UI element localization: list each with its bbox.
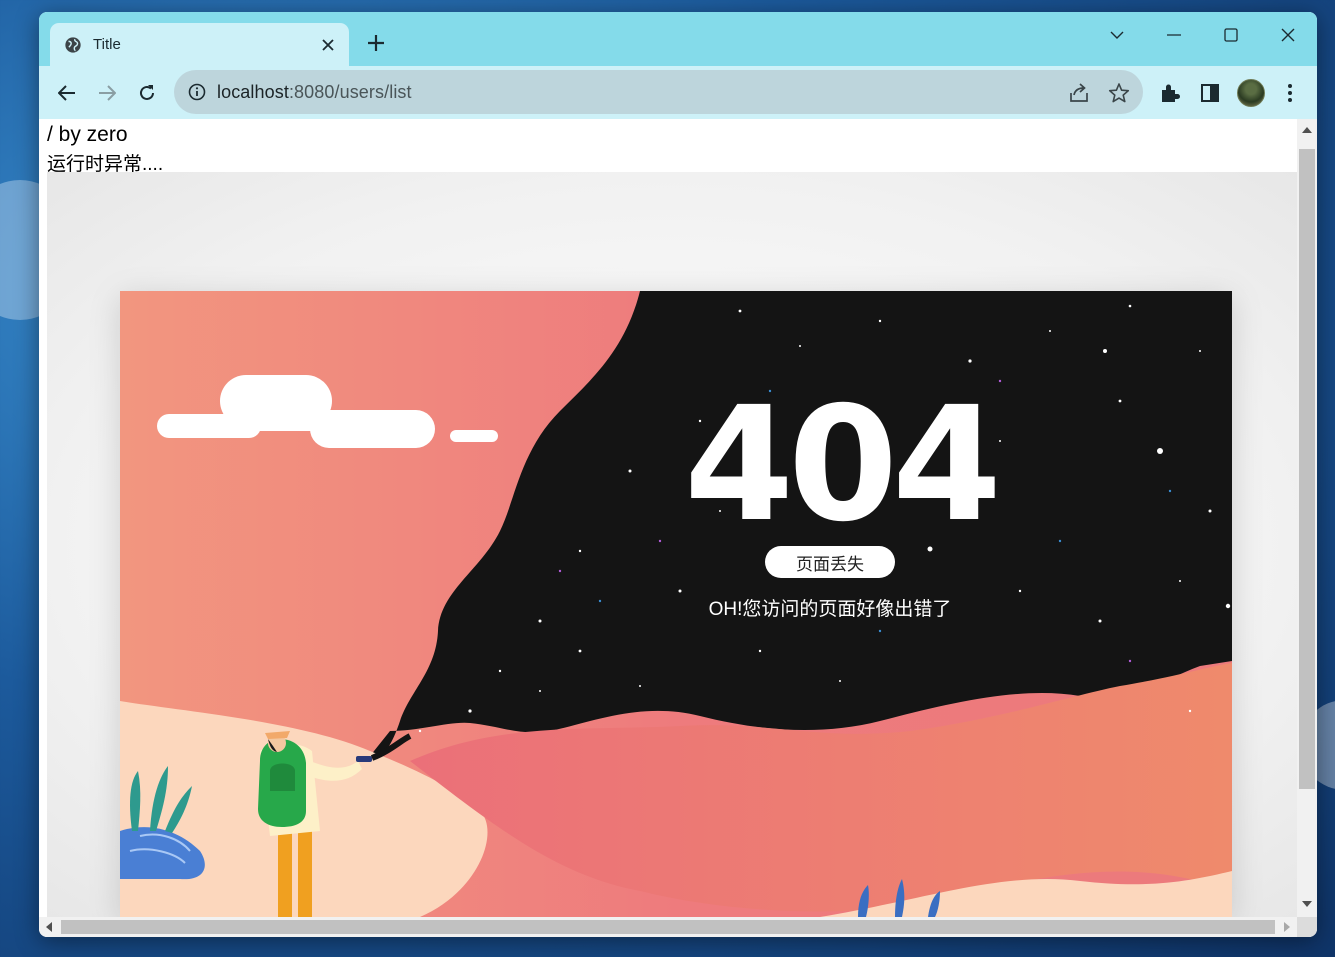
scroll-up-icon[interactable] bbox=[1302, 127, 1312, 133]
url-text[interactable]: localhost:8080/users/list bbox=[217, 82, 412, 103]
error-message: / by zero bbox=[47, 123, 128, 146]
vertical-scroll-thumb[interactable] bbox=[1299, 149, 1315, 789]
more-icon[interactable] bbox=[1279, 82, 1301, 104]
maximize-icon[interactable] bbox=[1216, 20, 1246, 50]
browser-window: Title localhost:8080/users/list / by zer… bbox=[39, 12, 1317, 937]
scroll-left-icon[interactable] bbox=[46, 922, 52, 932]
chevron-down-icon[interactable] bbox=[1102, 20, 1132, 50]
star-icon[interactable] bbox=[1108, 82, 1130, 104]
close-icon[interactable] bbox=[319, 36, 337, 54]
url-host: localhost bbox=[217, 81, 289, 102]
error-code: 404 bbox=[684, 373, 1002, 557]
error-page-frame: 404 页面丢失 OH!您访问的页面好像出错了 bbox=[47, 172, 1297, 917]
arrow-left-icon[interactable] bbox=[53, 79, 81, 107]
scroll-right-icon[interactable] bbox=[1284, 922, 1290, 932]
scroll-down-icon[interactable] bbox=[1302, 901, 1312, 907]
arrow-right-icon[interactable] bbox=[93, 79, 121, 107]
globe-icon bbox=[65, 36, 81, 53]
extensions-icon[interactable] bbox=[1159, 82, 1181, 104]
minimize-icon[interactable] bbox=[1159, 20, 1189, 50]
tab-title: Title bbox=[93, 36, 121, 53]
page-lost-badge: 页面丢失 bbox=[765, 546, 895, 578]
plus-icon[interactable] bbox=[366, 33, 386, 53]
browser-toolbar: localhost:8080/users/list bbox=[39, 66, 1317, 119]
url-path: :8080/users/list bbox=[288, 81, 412, 102]
404-illustration: 404 页面丢失 OH!您访问的页面好像出错了 bbox=[120, 291, 1232, 917]
page-content: / by zero 运行时异常.... 404 页面丢失 OH!您访问的页面好像… bbox=[39, 119, 1297, 917]
horizontal-scrollbar[interactable] bbox=[39, 917, 1297, 937]
title-bar: Title bbox=[39, 12, 1317, 66]
side-panel-icon[interactable] bbox=[1199, 82, 1221, 104]
horizontal-scroll-thumb[interactable] bbox=[61, 920, 1275, 934]
illustration-art bbox=[120, 291, 1232, 917]
share-icon[interactable] bbox=[1068, 82, 1090, 104]
vertical-scrollbar[interactable] bbox=[1297, 119, 1317, 917]
tab-active[interactable]: Title bbox=[50, 23, 349, 66]
address-bar[interactable]: localhost:8080/users/list bbox=[174, 70, 1143, 114]
scrollbar-corner bbox=[1297, 917, 1317, 937]
close-icon[interactable] bbox=[1273, 20, 1303, 50]
reload-icon[interactable] bbox=[133, 79, 161, 107]
error-subtitle: OH!您访问的页面好像出错了 bbox=[708, 599, 952, 620]
avatar[interactable] bbox=[1237, 79, 1265, 107]
info-icon[interactable] bbox=[188, 83, 206, 101]
